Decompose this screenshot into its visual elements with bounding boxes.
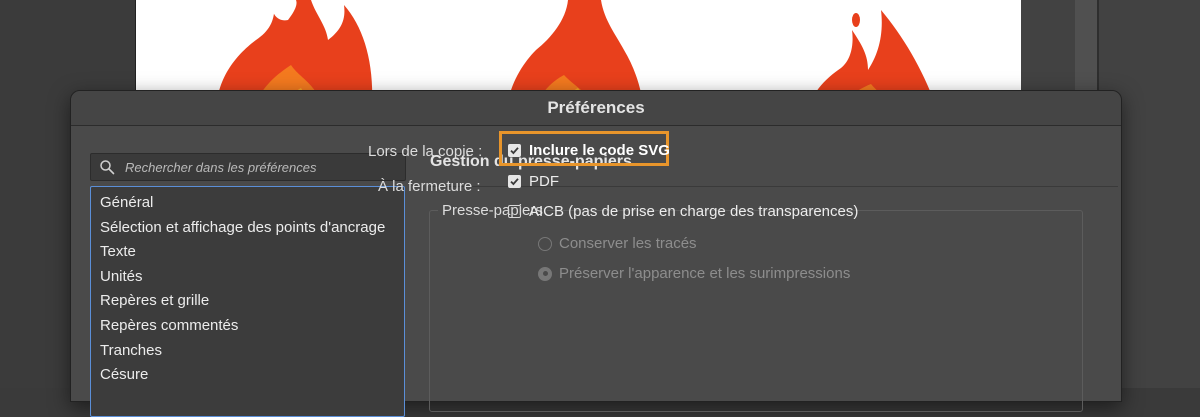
dialog-title: Préférences: [547, 98, 645, 117]
category-item-general[interactable]: Général: [91, 191, 404, 216]
checkbox-checked-icon: [508, 144, 521, 157]
checkbox-unchecked-icon: [508, 205, 521, 218]
category-item-type[interactable]: Texte: [91, 240, 404, 265]
category-item-guides-grid[interactable]: Repères et grille: [91, 289, 404, 314]
on-copy-label: Lors de la copie :: [368, 143, 483, 160]
aicb-checkbox[interactable]: AICB (pas de prise en charge des transpa…: [508, 203, 858, 220]
preserve-paths-label: Conserver les tracés: [559, 235, 697, 252]
search-box[interactable]: [90, 153, 406, 181]
on-quit-label: À la fermeture :: [378, 178, 481, 195]
search-icon: [100, 160, 115, 175]
category-list: Général Sélection et affichage des point…: [90, 186, 405, 417]
pdf-checkbox[interactable]: PDF: [508, 173, 559, 190]
category-item-slices[interactable]: Tranches: [91, 339, 404, 364]
radio-selected-icon: [538, 266, 552, 281]
checkbox-checked-icon: [508, 175, 521, 188]
category-item-selection-anchor-display[interactable]: Sélection et affichage des points d'ancr…: [91, 216, 404, 241]
preserve-appearance-radio[interactable]: Préserver l'apparence et les surimpressi…: [538, 265, 850, 282]
include-svg-label: Inclure le code SVG: [529, 142, 670, 159]
aicb-label: AICB (pas de prise en charge des transpa…: [529, 203, 859, 220]
search-input[interactable]: [125, 159, 395, 175]
clipboard-group: Presse-papiers: [429, 202, 1083, 412]
preserve-paths-radio[interactable]: Conserver les tracés: [538, 235, 697, 252]
category-item-hyphenation[interactable]: Césure: [91, 363, 404, 388]
include-svg-checkbox[interactable]: Inclure le code SVG: [508, 142, 670, 159]
pdf-label: PDF: [529, 173, 559, 190]
category-item-smart-guides[interactable]: Repères commentés: [91, 314, 404, 339]
radio-unselected-icon: [538, 236, 552, 251]
preserve-appearance-label: Préserver l'apparence et les surimpressi…: [559, 265, 851, 282]
dialog-titlebar[interactable]: Préférences: [71, 91, 1121, 126]
category-item-units[interactable]: Unités: [91, 265, 404, 290]
